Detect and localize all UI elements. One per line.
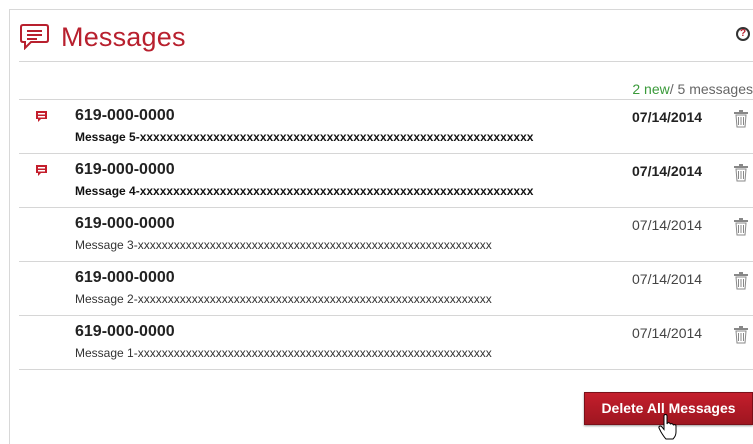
message-date: 07/14/2014 (632, 325, 703, 341)
message-row[interactable]: 619-000-0000 Message 5-xxxxxxxxxxxxxxxxx… (19, 100, 753, 154)
message-sender: 619-000-0000 (75, 161, 175, 178)
message-preview: Message 5-xxxxxxxxxxxxxxxxxxxxxxxxxxxxxx… (75, 130, 534, 144)
message-date: 07/14/2014 (632, 271, 703, 287)
message-preview: Message 4-xxxxxxxxxxxxxxxxxxxxxxxxxxxxxx… (75, 184, 534, 198)
total-count: / 5 messages (669, 81, 753, 97)
message-sender: 619-000-0000 (75, 269, 175, 286)
message-count: 2 new/ 5 messages (632, 81, 753, 97)
messages-header: Messages ? (10, 10, 753, 62)
message-row[interactable]: 619-000-0000 Message 1-xxxxxxxxxxxxxxxxx… (19, 316, 753, 370)
message-sender: 619-000-0000 (75, 323, 175, 340)
page-title: Messages (61, 22, 186, 52)
message-list: 619-000-0000 Message 5-xxxxxxxxxxxxxxxxx… (19, 99, 753, 370)
message-row[interactable]: 619-000-0000 Message 3-xxxxxxxxxxxxxxxxx… (19, 208, 753, 262)
message-sender: 619-000-0000 (75, 215, 175, 232)
unread-message-icon (36, 111, 47, 122)
header-divider (19, 61, 753, 62)
trash-icon[interactable] (733, 272, 749, 290)
message-preview: Message 1-xxxxxxxxxxxxxxxxxxxxxxxxxxxxxx… (75, 346, 492, 360)
message-sender: 619-000-0000 (75, 107, 175, 124)
trash-icon[interactable] (733, 218, 749, 236)
trash-icon[interactable] (733, 110, 749, 128)
message-preview: Message 3-xxxxxxxxxxxxxxxxxxxxxxxxxxxxxx… (75, 238, 492, 252)
help-icon[interactable]: ? (736, 27, 750, 41)
message-row[interactable]: 619-000-0000 Message 2-xxxxxxxxxxxxxxxxx… (19, 262, 753, 316)
trash-icon[interactable] (733, 326, 749, 344)
message-date: 07/14/2014 (632, 217, 703, 233)
new-count: 2 new (632, 81, 670, 97)
chat-bubble-icon (20, 24, 49, 50)
message-preview: Message 2-xxxxxxxxxxxxxxxxxxxxxxxxxxxxxx… (75, 292, 492, 306)
messages-panel: Messages ? 2 new/ 5 messages 619-000-000… (9, 9, 753, 444)
unread-message-icon (36, 165, 47, 176)
trash-icon[interactable] (733, 164, 749, 182)
message-date: 07/14/2014 (632, 109, 703, 125)
hand-pointer-icon (658, 414, 677, 440)
message-date: 07/14/2014 (632, 163, 703, 179)
message-row[interactable]: 619-000-0000 Message 4-xxxxxxxxxxxxxxxxx… (19, 154, 753, 208)
